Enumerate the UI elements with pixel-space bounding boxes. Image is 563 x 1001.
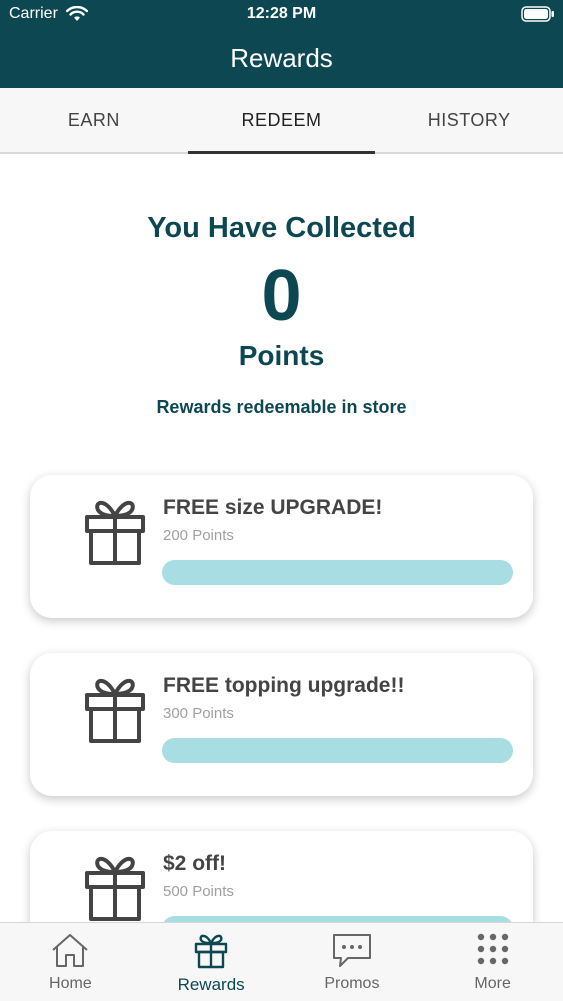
reward-points: 300 Points <box>163 705 234 722</box>
reward-points: 200 Points <box>163 527 234 544</box>
tabbar-label: Rewards <box>177 975 245 994</box>
redeem-note: Rewards redeemable in store <box>156 397 407 417</box>
gift-icon <box>85 678 145 743</box>
gift-icon <box>194 934 228 969</box>
tabbar-label: More <box>474 975 511 992</box>
chat-bubble-icon <box>332 934 371 967</box>
page-title: Rewards <box>230 43 333 73</box>
tabbar-label: Promos <box>324 975 380 992</box>
reward-progress-bar <box>162 560 513 585</box>
reward-progress-bar <box>162 738 513 763</box>
tab-history[interactable]: HISTORY <box>375 88 563 152</box>
status-bar: Carrier 12:28 PM <box>0 0 563 30</box>
collected-title: You Have Collected <box>147 212 416 244</box>
points-label: Points <box>238 340 325 371</box>
reward-title: FREE size UPGRADE! <box>163 496 383 519</box>
tabbar-item-home[interactable]: Home <box>0 923 141 1001</box>
gift-icon <box>85 500 145 565</box>
reward-title: $2 off! <box>163 852 226 875</box>
points-balance: 0 <box>261 256 302 336</box>
reward-points: 500 Points <box>163 883 234 900</box>
tab-redeem[interactable]: REDEEM <box>187 88 376 154</box>
reward-card[interactable]: FREE topping upgrade!! 300 Points <box>30 653 533 796</box>
grid-dots-icon <box>477 933 508 965</box>
reward-card[interactable]: FREE size UPGRADE! 200 Points <box>30 475 533 618</box>
status-time: 12:28 PM <box>246 5 317 22</box>
bottom-tab-bar: Home Rewards Promos More <box>0 922 563 1001</box>
home-icon <box>52 934 89 967</box>
app-header: Carrier 12:28 PM Rewards <box>0 0 563 88</box>
reward-title: FREE topping upgrade!! <box>163 674 405 697</box>
tabbar-item-more[interactable]: More <box>422 923 563 1001</box>
tabbar-item-rewards[interactable]: Rewards <box>141 923 282 1001</box>
gift-icon <box>85 856 145 921</box>
battery-icon <box>521 6 554 22</box>
tabbar-label: Home <box>49 975 92 992</box>
tabbar-item-promos[interactable]: Promos <box>282 923 423 1001</box>
rewards-tabs: EARN REDEEM HISTORY <box>0 88 563 154</box>
tab-earn[interactable]: EARN <box>0 88 188 152</box>
